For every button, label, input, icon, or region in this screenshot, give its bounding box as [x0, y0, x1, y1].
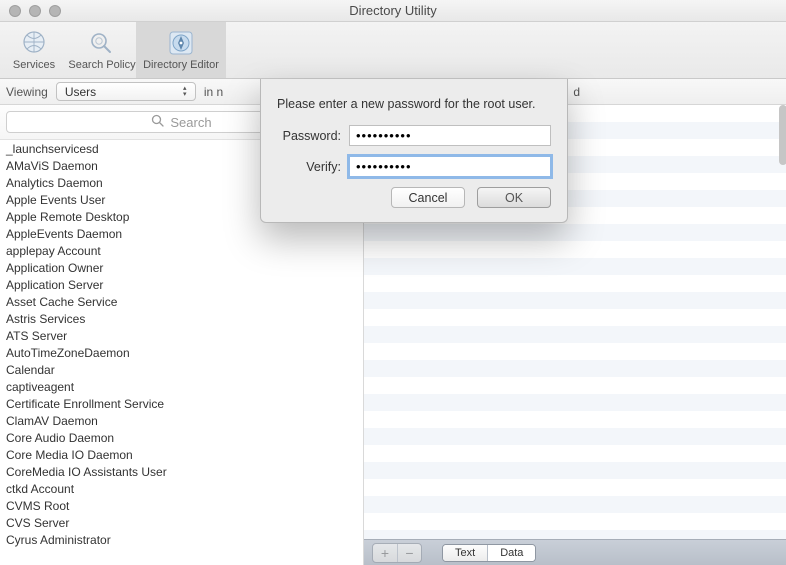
password-input[interactable] [349, 125, 551, 146]
list-item[interactable]: Asset Cache Service [0, 293, 363, 310]
cancel-button[interactable]: Cancel [391, 187, 465, 208]
attribute-footer: + − Text Data [364, 539, 786, 565]
magnifier-icon [151, 114, 164, 130]
table-row [364, 513, 786, 530]
list-item[interactable]: applepay Account [0, 242, 363, 259]
table-row [364, 462, 786, 479]
toolbar: Services Search Policy Directory Editor [0, 22, 786, 79]
sheet-message: Please enter a new password for the root… [277, 97, 551, 111]
toolbar-directory-editor[interactable]: Directory Editor [136, 22, 226, 78]
add-remove-group: + − [372, 543, 422, 563]
toolbar-label: Search Policy [68, 59, 135, 71]
search-placeholder: Search [170, 115, 211, 130]
text-data-segmented: Text Data [442, 544, 536, 562]
toolbar-services[interactable]: Services [0, 22, 68, 78]
table-row [364, 411, 786, 428]
chevron-up-down-icon: ▴▾ [179, 83, 191, 100]
list-item[interactable]: Core Audio Daemon [0, 429, 363, 446]
viewing-trailing-far: d [573, 85, 580, 99]
seg-data[interactable]: Data [487, 545, 535, 561]
add-button[interactable]: + [373, 544, 397, 562]
zoom-window-button[interactable] [49, 5, 61, 17]
list-item[interactable]: CVS Server [0, 514, 363, 531]
list-item[interactable]: Core Media IO Daemon [0, 446, 363, 463]
table-row [364, 241, 786, 258]
list-item[interactable]: Certificate Enrollment Service [0, 395, 363, 412]
list-item[interactable]: Application Server [0, 276, 363, 293]
list-item[interactable]: Calendar [0, 361, 363, 378]
table-row [364, 343, 786, 360]
table-row [364, 258, 786, 275]
globe-icon [18, 29, 50, 57]
table-row [364, 224, 786, 241]
close-window-button[interactable] [9, 5, 21, 17]
compass-icon [165, 29, 197, 57]
table-row [364, 394, 786, 411]
password-sheet: Please enter a new password for the root… [260, 79, 568, 223]
remove-button[interactable]: − [397, 544, 421, 562]
list-item[interactable]: Application Owner [0, 259, 363, 276]
list-item[interactable]: Cyrus Administrator [0, 531, 363, 548]
password-label: Password: [277, 129, 349, 143]
table-row [364, 275, 786, 292]
traffic-lights [0, 5, 61, 17]
list-item[interactable]: ctkd Account [0, 480, 363, 497]
viewing-popup-value: Users [65, 85, 96, 99]
scrollbar-thumb[interactable] [779, 105, 786, 165]
list-item[interactable]: ATS Server [0, 327, 363, 344]
table-row [364, 496, 786, 513]
table-row [364, 360, 786, 377]
list-item[interactable]: captiveagent [0, 378, 363, 395]
list-item[interactable]: CoreMedia IO Assistants User [0, 463, 363, 480]
table-row [364, 479, 786, 496]
table-row [364, 326, 786, 343]
table-row [364, 445, 786, 462]
toolbar-search-policy[interactable]: Search Policy [68, 22, 136, 78]
list-item[interactable]: ClamAV Daemon [0, 412, 363, 429]
toolbar-label: Directory Editor [143, 59, 219, 71]
table-row [364, 530, 786, 539]
viewing-trailing: in n [204, 85, 223, 99]
list-item[interactable]: AppleEvents Daemon [0, 225, 363, 242]
minimize-window-button[interactable] [29, 5, 41, 17]
window-title: Directory Utility [0, 3, 786, 18]
seg-text[interactable]: Text [443, 545, 487, 561]
verify-input[interactable] [349, 156, 551, 177]
magnifier-gear-icon [86, 29, 118, 57]
minus-icon: − [405, 545, 413, 561]
table-row [364, 292, 786, 309]
viewing-label: Viewing [6, 85, 48, 99]
table-row [364, 309, 786, 326]
list-item[interactable]: AutoTimeZoneDaemon [0, 344, 363, 361]
table-row [364, 428, 786, 445]
list-item[interactable]: Astris Services [0, 310, 363, 327]
toolbar-label: Services [13, 59, 55, 71]
ok-button[interactable]: OK [477, 187, 551, 208]
table-row [364, 377, 786, 394]
plus-icon: + [381, 545, 389, 561]
verify-label: Verify: [277, 160, 349, 174]
viewing-popup[interactable]: Users ▴▾ [56, 82, 196, 101]
titlebar: Directory Utility [0, 0, 786, 22]
list-item[interactable]: CVMS Root [0, 497, 363, 514]
